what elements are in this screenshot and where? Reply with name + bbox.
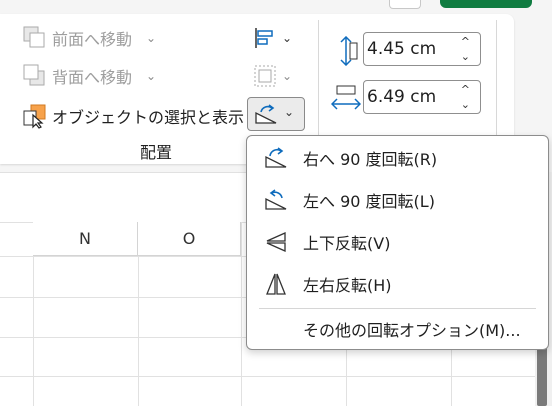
selection-pane-label: オブジェクトの選択と表示 <box>52 108 245 127</box>
flip-horizontal-item[interactable]: 左右反転(H) <box>247 264 548 304</box>
chevron-down-icon: ⌄ <box>146 31 157 45</box>
align-left-icon <box>255 28 273 48</box>
rotate-right-icon <box>265 147 287 168</box>
bring-forward-button[interactable]: 前面へ移動 ⌄ <box>22 24 156 52</box>
rotate-icon <box>255 104 277 124</box>
rotate-button[interactable]: ⌄ <box>247 97 305 131</box>
shape-height-value: 4.45 cm <box>367 39 437 59</box>
shape-height-field[interactable]: 4.45 cm ^ ⌄ <box>363 32 481 66</box>
gridline <box>0 376 552 377</box>
menu-item-label: その他の回転オプション(M)... <box>303 321 521 340</box>
more-rotation-options-item[interactable]: その他の回転オプション(M)... <box>247 309 548 349</box>
chevron-down-icon: ⌄ <box>282 31 293 45</box>
decrease-icon[interactable]: ⌄ <box>461 50 470 63</box>
shape-width-field[interactable]: 6.49 cm ^ ⌄ <box>363 80 481 114</box>
column-header-o[interactable]: O <box>138 222 241 256</box>
bring-forward-label: 前面へ移動 <box>52 30 133 49</box>
chevron-down-icon: ⌄ <box>284 105 295 119</box>
share-button[interactable] <box>440 0 532 8</box>
column-label: N <box>79 229 91 248</box>
shape-width-value: 6.49 cm <box>367 87 437 107</box>
flip-vertical-icon <box>266 231 286 253</box>
shape-height-icon <box>340 36 358 66</box>
group-icon <box>254 65 276 87</box>
rotate-menu: 右へ 90 度回転(R) 左へ 90 度回転(L) 上下反転(V) 左右反転(H… <box>246 135 549 350</box>
selection-pane-icon <box>23 104 46 129</box>
menu-item-label: 左右反転(H) <box>303 276 392 295</box>
increase-icon[interactable]: ^ <box>461 35 470 48</box>
bring-forward-icon <box>23 26 45 48</box>
arrange-group-label: 配置 <box>140 143 173 162</box>
send-backward-icon <box>23 64 45 86</box>
column-header-n[interactable]: N <box>33 222 138 256</box>
selection-pane-button[interactable]: オブジェクトの選択と表示 <box>22 102 244 130</box>
rotate-left-90-item[interactable]: 左へ 90 度回転(L) <box>247 180 548 220</box>
rotate-left-icon <box>265 189 287 210</box>
menu-item-label: 左へ 90 度回転(L) <box>303 192 435 211</box>
flip-vertical-item[interactable]: 上下反転(V) <box>247 222 548 262</box>
shape-width-icon <box>331 85 361 110</box>
send-backward-label: 背面へ移動 <box>52 68 133 87</box>
gridline <box>241 222 242 406</box>
ribbon-separator <box>496 20 497 140</box>
ribbon-top-button[interactable] <box>389 0 421 9</box>
align-button[interactable]: ⌄ <box>252 24 292 52</box>
chevron-down-icon: ⌄ <box>282 69 293 83</box>
group-button[interactable]: ⌄ <box>252 62 292 90</box>
menu-item-label: 上下反転(V) <box>303 234 391 253</box>
ribbon-separator <box>318 20 319 140</box>
menu-item-label: 右へ 90 度回転(R) <box>303 150 438 169</box>
decrease-icon[interactable]: ⌄ <box>461 98 470 111</box>
flip-horizontal-icon <box>266 273 286 295</box>
increase-icon[interactable]: ^ <box>461 83 470 96</box>
send-backward-button[interactable]: 背面へ移動 ⌄ <box>22 62 156 90</box>
chevron-down-icon: ⌄ <box>146 69 157 83</box>
rotate-right-90-item[interactable]: 右へ 90 度回転(R) <box>247 138 548 178</box>
column-label: O <box>182 229 196 248</box>
